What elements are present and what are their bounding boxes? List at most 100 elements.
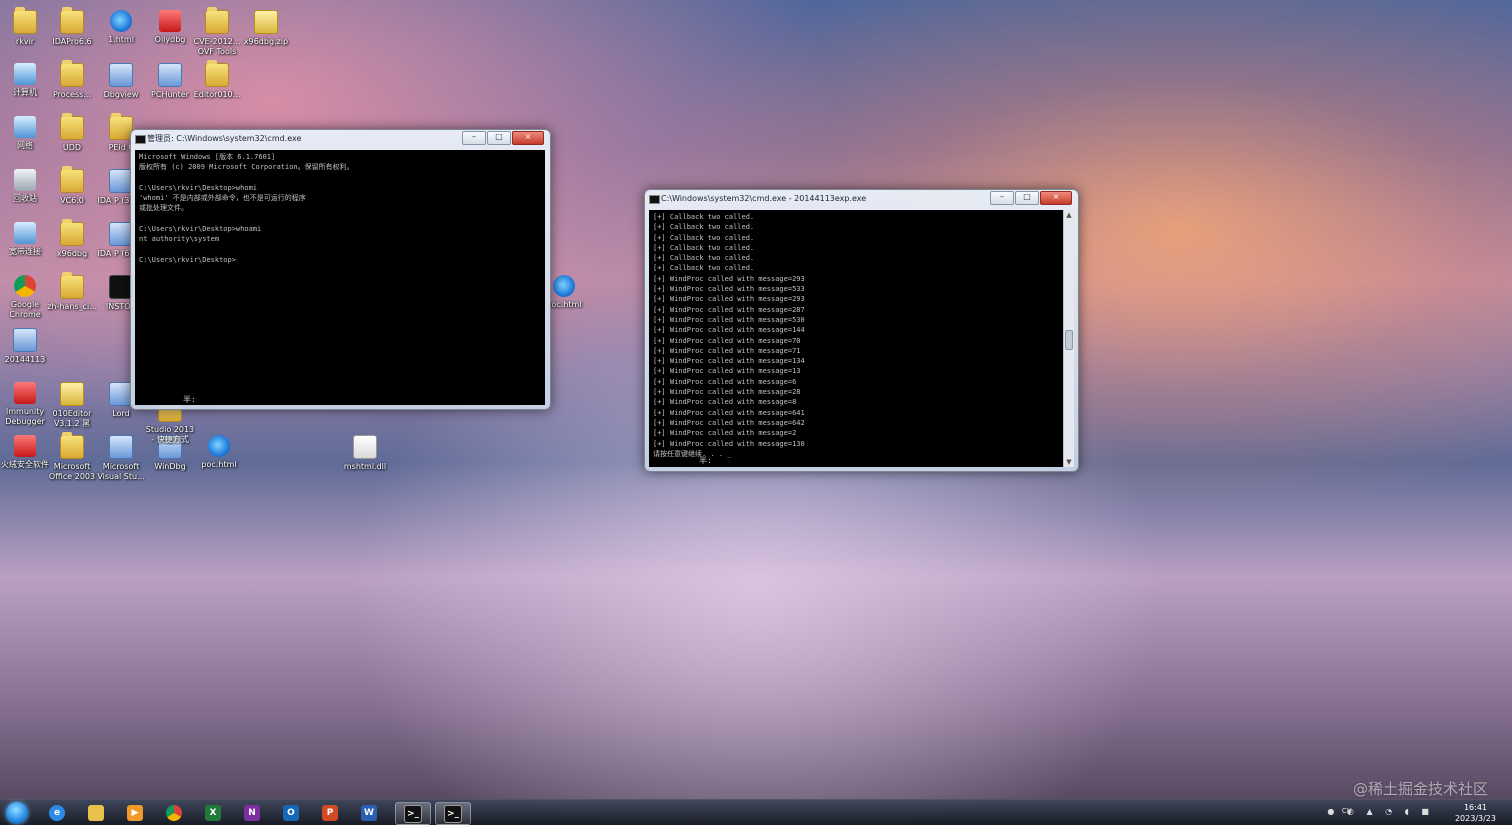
desktop-icon[interactable]: x96dbg.zip bbox=[241, 10, 291, 47]
folder-icon bbox=[205, 7, 229, 34]
desktop-icon[interactable]: 网络 bbox=[0, 116, 50, 151]
media-player-taskbar-button[interactable]: ▶ bbox=[118, 802, 152, 823]
ie-taskbar-button[interactable]: e bbox=[40, 802, 74, 823]
console-line: [+] WindProc called with message=293 bbox=[653, 295, 805, 304]
scroll-thumb[interactable] bbox=[1065, 330, 1073, 350]
chrome-icon bbox=[14, 275, 36, 297]
desktop-icon[interactable]: mshtml.dll bbox=[340, 435, 390, 472]
console-line: 'whomi' 不是内部或外部命令，也不是可运行的程序 bbox=[139, 194, 306, 203]
console-line: C:\Users\rkvir\Desktop>whomi bbox=[139, 183, 258, 192]
desktop-icon[interactable]: UDD bbox=[47, 113, 97, 153]
console-line: [+] WindProc called with message=13 bbox=[653, 367, 801, 376]
desktop-icon[interactable]: PCHunter bbox=[145, 63, 195, 100]
desktop-icon-label: IDAPro6.6 bbox=[52, 37, 92, 46]
desktop-icon[interactable]: 回收站 bbox=[0, 169, 50, 204]
cmd-taskbar-button-1[interactable]: >_ bbox=[395, 802, 431, 825]
desktop-icon-label: Process... bbox=[53, 90, 91, 99]
desktop-icon[interactable]: Microsoft Visual Stu... bbox=[96, 435, 146, 482]
explorer-taskbar-button[interactable] bbox=[79, 802, 113, 823]
cmd-window-exp[interactable]: C:\Windows\system32\cmd.exe - 20144113ex… bbox=[644, 189, 1079, 472]
console-line: [+] WindProc called with message=130 bbox=[653, 439, 805, 448]
desktop-icon[interactable]: 1.html bbox=[96, 10, 146, 45]
close-button[interactable]: × bbox=[1040, 191, 1072, 205]
cmd-window-admin-title: 管理员: C:\Windows\system32\cmd.exe bbox=[147, 134, 302, 143]
console-output: Microsoft Windows [版本 6.1.7601] 版权所有 (c) … bbox=[139, 152, 541, 265]
desktop-icon[interactable]: CVE-2012... OVF Tools bbox=[192, 7, 242, 57]
desktop-icon-label: 20144113 bbox=[4, 355, 46, 364]
desktop-icon[interactable]: VC6.0 bbox=[47, 166, 97, 206]
cmd-window-admin[interactable]: 管理员: C:\Windows\system32\cmd.exe – □ × M… bbox=[130, 129, 551, 410]
desktop-icon-label: rkvir bbox=[15, 37, 35, 46]
cmd-window-exp-title: C:\Windows\system32\cmd.exe - 20144113ex… bbox=[661, 194, 867, 203]
desktop-icon-label: x96dbg bbox=[56, 249, 88, 258]
desktop-icon-label: 火绒安全软件 bbox=[1, 460, 49, 469]
outlook-icon: O bbox=[283, 804, 299, 821]
scroll-up-button[interactable]: ▲ bbox=[1064, 210, 1074, 220]
console-line: [+] WindProc called with message=144 bbox=[653, 326, 805, 335]
outlook-taskbar-button[interactable]: O bbox=[274, 802, 308, 823]
clock-time: 16:41 bbox=[1463, 803, 1488, 812]
excel-icon: X bbox=[205, 804, 221, 821]
console-line: [+] WindProc called with message=641 bbox=[653, 408, 805, 417]
console-line: [+] WindProc called with message=293 bbox=[653, 274, 805, 283]
file-icon bbox=[353, 435, 377, 459]
desktop-icon-label: CVE-2012... OVF Tools bbox=[193, 37, 241, 56]
start-button[interactable] bbox=[6, 802, 28, 824]
desktop-icon-label: WinDbg bbox=[154, 462, 186, 471]
desktop-icon-label: 网络 bbox=[17, 141, 33, 150]
desktop-icon[interactable]: 20144113 bbox=[0, 328, 50, 365]
desktop-icon[interactable]: 010Editor V3.1.2 黑蓝... bbox=[47, 382, 97, 429]
word-taskbar-button[interactable]: W bbox=[352, 802, 386, 823]
desktop-icon[interactable]: 火绒安全软件 bbox=[0, 435, 50, 470]
app-icon bbox=[158, 63, 182, 87]
console-line: [+] Callback two called. bbox=[653, 264, 755, 273]
minimize-button[interactable]: – bbox=[462, 131, 486, 145]
cmd-icon bbox=[649, 195, 660, 204]
desktop-icon[interactable]: Process... bbox=[47, 60, 97, 100]
console-line: C:\Users\rkvir\Desktop>whoami bbox=[139, 225, 262, 234]
console-line: [+] Callback two called. bbox=[653, 213, 755, 221]
desktop-icon[interactable]: Editor010... bbox=[192, 60, 242, 100]
onenote-taskbar-button[interactable]: N bbox=[235, 802, 269, 823]
desktop-icon[interactable]: rkvir bbox=[0, 7, 50, 47]
cmd-icon: >_ bbox=[444, 804, 462, 823]
app-icon bbox=[109, 63, 133, 87]
cmd-window-admin-titlebar[interactable]: 管理员: C:\Windows\system32\cmd.exe – □ × bbox=[131, 130, 550, 148]
folder-icon bbox=[60, 7, 84, 34]
clock[interactable]: 16:41 2023/3/23 bbox=[1455, 802, 1496, 824]
desktop-icon[interactable]: 计算机 bbox=[0, 63, 50, 98]
console-output: [+] Callback two called. [+] Callback two… bbox=[653, 212, 1059, 459]
cmd-window-exp-titlebar[interactable]: C:\Windows\system32\cmd.exe - 20144113ex… bbox=[645, 190, 1078, 208]
desktop-icon[interactable]: Google Chrome bbox=[0, 275, 50, 320]
cmd-taskbar-button-2[interactable]: >_ bbox=[435, 802, 471, 825]
desktop-icon[interactable]: Microsoft Office 2003 bbox=[47, 432, 97, 482]
console-line: [+] WindProc called with message=530 bbox=[653, 315, 805, 324]
chrome-taskbar-button[interactable] bbox=[157, 802, 191, 823]
close-button[interactable]: × bbox=[512, 131, 544, 145]
folder-icon bbox=[60, 113, 84, 140]
maximize-button[interactable]: □ bbox=[487, 131, 511, 145]
cmd-window-exp-console[interactable]: [+] Callback two called. [+] Callback two… bbox=[649, 210, 1063, 467]
desktop-icon-label: Immunity Debugger bbox=[5, 407, 45, 426]
cmd-window-admin-console[interactable]: Microsoft Windows [版本 6.1.7601] 版权所有 (c) … bbox=[135, 150, 545, 405]
desktop-icon[interactable]: Ollydbg bbox=[145, 10, 195, 45]
scroll-down-button[interactable]: ▼ bbox=[1064, 457, 1074, 467]
desktop-icon-label: Microsoft Office 2003 bbox=[48, 462, 96, 481]
excel-taskbar-button[interactable]: X bbox=[196, 802, 230, 823]
desktop-icon[interactable]: Immunity Debugger bbox=[0, 382, 50, 427]
desktop-icon[interactable]: 宽带连接 bbox=[0, 222, 50, 257]
desktop-icon[interactable]: poc.html bbox=[194, 435, 244, 470]
maximize-button[interactable]: □ bbox=[1015, 191, 1039, 205]
desktop-icon[interactable]: zh-hans_ci... bbox=[47, 272, 97, 312]
red-icon bbox=[14, 435, 36, 457]
vertical-scrollbar[interactable]: ▲ ▼ bbox=[1063, 210, 1074, 467]
powerpoint-taskbar-button[interactable]: P bbox=[313, 802, 347, 823]
minimize-button[interactable]: – bbox=[990, 191, 1014, 205]
desktop-icon[interactable]: IDAPro6.6 bbox=[47, 7, 97, 47]
desktop-icon[interactable]: x96dbg bbox=[47, 219, 97, 259]
zip-icon bbox=[254, 10, 278, 34]
desktop-icon[interactable]: Dbgview bbox=[96, 63, 146, 100]
system-tray[interactable]: ● ◐ ▲ ◔ ◖ ■ bbox=[1327, 807, 1434, 816]
desktop-icon-label: 1.html bbox=[108, 35, 134, 44]
pc-icon bbox=[14, 222, 36, 244]
